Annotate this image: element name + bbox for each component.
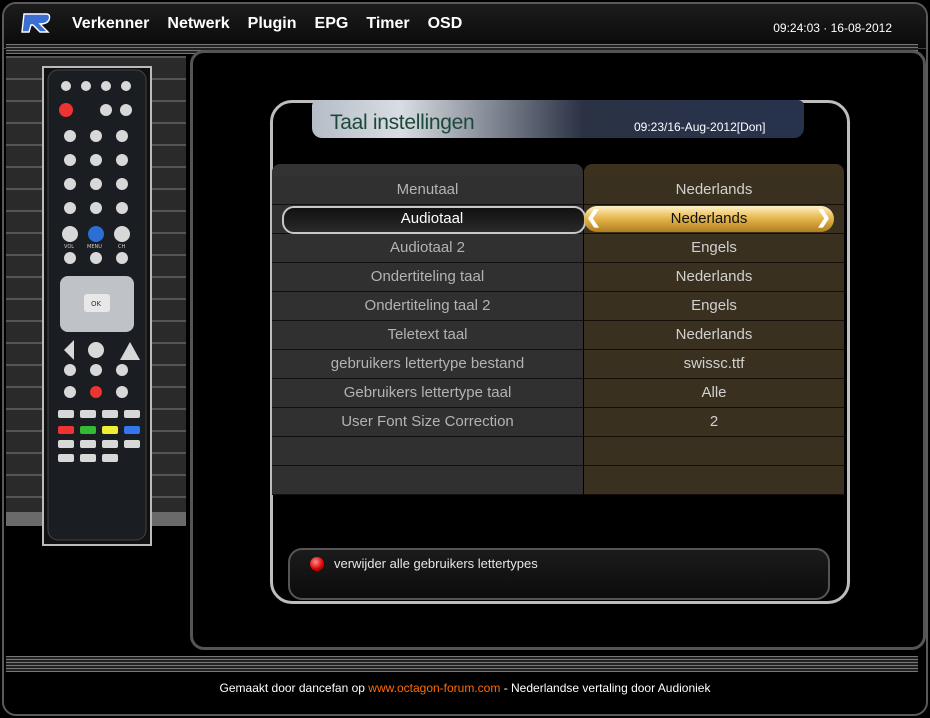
- settings-row[interactable]: Gebruikers lettertype taal Alle: [272, 379, 844, 408]
- value-column-header: [584, 164, 844, 176]
- dialog-title: Taal instellingen: [330, 111, 475, 134]
- selected-row-value[interactable]: Nederlands: [584, 206, 834, 232]
- dialog-clock: 09:23/16-Aug-2012[Don]: [634, 120, 766, 134]
- menu-item-timer[interactable]: Timer: [366, 15, 409, 33]
- footer-credits: Gemaakt door dancefan op www.octagon-for…: [0, 681, 930, 695]
- settings-row[interactable]: Audiotaal 2 Engels: [272, 234, 844, 263]
- remote-control-image: VOL MENU CH OK: [42, 66, 152, 546]
- setting-label: Teletext taal: [272, 321, 583, 350]
- setting-value[interactable]: [584, 437, 844, 466]
- menu-item-epg[interactable]: EPG: [315, 15, 349, 33]
- remote-vol-label: VOL: [64, 244, 74, 250]
- footer-suffix: - Nederlandse vertaling door Audioniek: [503, 681, 711, 695]
- setting-label: gebruikers lettertype bestand: [272, 350, 583, 379]
- setting-value[interactable]: [584, 466, 844, 495]
- setting-label: Ondertiteling taal: [272, 263, 583, 292]
- setting-value[interactable]: Nederlands: [584, 321, 844, 350]
- chevron-left-icon[interactable]: ❮: [586, 207, 601, 228]
- legend-red-action[interactable]: verwijder alle gebruikers lettertypes: [334, 556, 538, 571]
- setting-label: Gebruikers lettertype taal: [272, 379, 583, 408]
- remote-menu-label: MENU: [87, 244, 102, 250]
- setting-value[interactable]: 2: [584, 408, 844, 437]
- setting-label: Menutaal: [272, 176, 583, 205]
- setting-value[interactable]: Engels: [584, 234, 844, 263]
- top-menu-bar: Verkenner Netwerk Plugin EPG Timer OSD 0…: [4, 4, 926, 49]
- settings-row[interactable]: [272, 466, 844, 495]
- remote-ok-label: OK: [91, 300, 102, 308]
- chevron-right-icon[interactable]: ❯: [816, 207, 831, 228]
- setting-label: Audiotaal 2: [272, 234, 583, 263]
- menu-item-plugin[interactable]: Plugin: [248, 15, 297, 33]
- setting-value[interactable]: Engels: [584, 292, 844, 321]
- settings-row[interactable]: User Font Size Correction 2: [272, 408, 844, 437]
- selected-row-label[interactable]: Audiotaal: [282, 206, 582, 232]
- setting-label: [272, 437, 583, 466]
- red-button-icon[interactable]: [310, 557, 324, 571]
- settings-row[interactable]: gebruikers lettertype bestand swissc.ttf: [272, 350, 844, 379]
- setting-value[interactable]: swissc.ttf: [584, 350, 844, 379]
- setting-label: [272, 466, 583, 495]
- label-column-header: [272, 164, 583, 176]
- setting-label: Ondertiteling taal 2: [272, 292, 583, 321]
- settings-row[interactable]: [272, 437, 844, 466]
- setting-label: User Font Size Correction: [272, 408, 583, 437]
- menu-item-osd[interactable]: OSD: [428, 15, 463, 33]
- settings-row[interactable]: Menutaal Nederlands: [272, 176, 844, 205]
- settings-row[interactable]: Teletext taal Nederlands: [272, 321, 844, 350]
- menu-item-verkenner[interactable]: Verkenner: [72, 15, 149, 33]
- settings-row[interactable]: Ondertiteling taal 2 Engels: [272, 292, 844, 321]
- setting-value[interactable]: Nederlands: [584, 263, 844, 292]
- remote-ch-label: CH: [118, 244, 125, 250]
- setting-value[interactable]: Nederlands: [584, 176, 844, 205]
- top-clock: 09:24:03 · 16-08-2012: [773, 21, 892, 35]
- setting-value[interactable]: Alle: [584, 379, 844, 408]
- footer-prefix: Gemaakt door dancefan op: [219, 681, 365, 695]
- logo-icon: [21, 13, 51, 33]
- main-menu: Verkenner Netwerk Plugin EPG Timer OSD: [72, 15, 462, 33]
- footer-link[interactable]: www.octagon-forum.com: [368, 681, 500, 695]
- settings-row[interactable]: Ondertiteling taal Nederlands: [272, 263, 844, 292]
- menu-item-netwerk[interactable]: Netwerk: [167, 15, 229, 33]
- bottom-stripe: [6, 656, 918, 672]
- remote-icon: VOL MENU CH OK: [47, 69, 147, 541]
